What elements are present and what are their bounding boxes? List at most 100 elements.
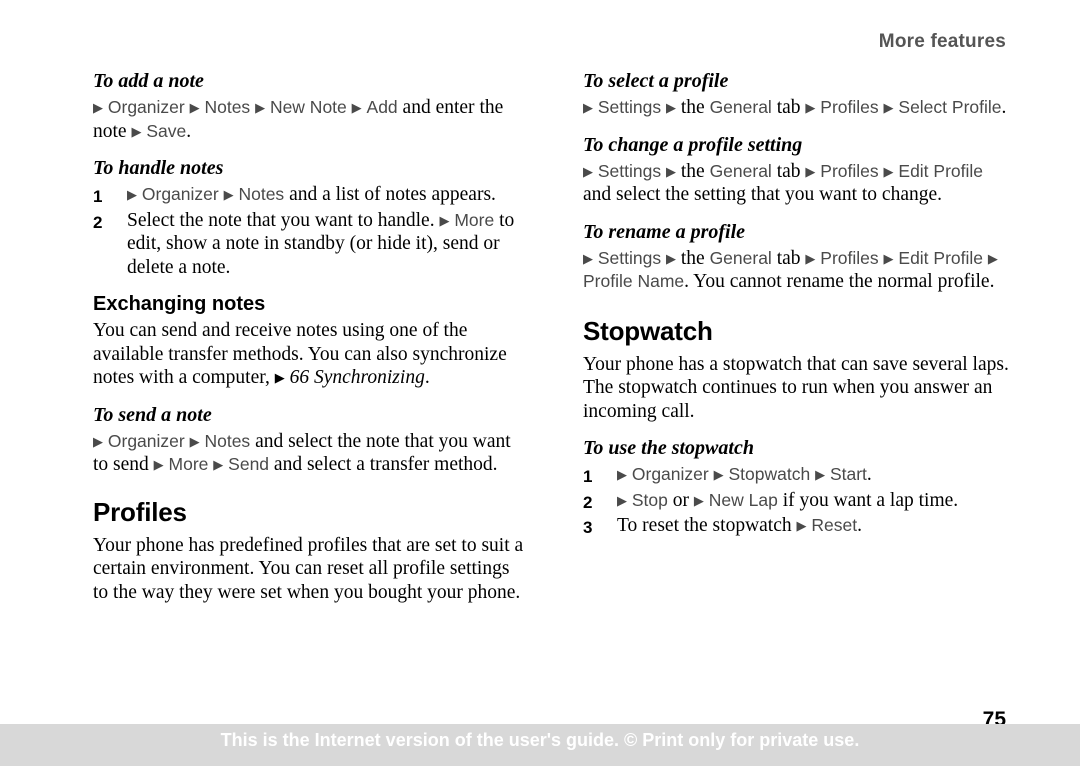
heading-to-rename-a-profile: To rename a profile: [583, 220, 746, 243]
ui-notes: Notes: [204, 430, 251, 451]
heading-to-add-a-note: To add a note: [93, 70, 204, 92]
arrow-icon: ▶: [805, 163, 816, 179]
ui-general-tab: General: [709, 97, 772, 117]
heading-exchanging-notes: Exchanging notes: [93, 293, 266, 315]
list-number: 2: [93, 212, 103, 232]
ui-notes: Notes: [204, 97, 251, 117]
arrow-icon: ▶: [213, 457, 224, 472]
add-note-period: .: [186, 120, 192, 142]
right-column: To select a profile ▶ Settings ▶ the Gen…: [583, 70, 1015, 554]
ui-profile-name: Profile Name: [583, 271, 685, 291]
rename-profile-tail: . You cannot rename the normal profile.: [684, 271, 995, 292]
arrow-icon: ▶: [583, 163, 593, 179]
list-item-tail: and a list of notes appears.: [289, 184, 496, 205]
section-to-rename-a-profile: To rename a profile ▶ Settings ▶ the Gen…: [583, 221, 1015, 294]
heading-stopwatch: Stopwatch: [583, 315, 713, 346]
ui-edit-profile: Edit Profile: [898, 160, 984, 181]
use-stopwatch-list: 1 ▶ Organizer ▶ Stopwatch ▶ Start. 2 ▶ S…: [583, 463, 1015, 540]
word-the: the: [680, 160, 705, 182]
arrow-icon: ▶: [223, 187, 234, 202]
arrow-icon: ▶: [274, 370, 285, 385]
profiles-body: Your phone has predefined profiles that …: [93, 534, 524, 603]
arrow-icon: ▶: [805, 100, 816, 115]
arrow-icon: ▶: [189, 433, 200, 449]
left-column: To add a note ▶ Organizer ▶ Notes ▶ New …: [93, 70, 525, 618]
arrow-icon: ▶: [255, 100, 266, 115]
ui-new-note: New Note: [269, 97, 347, 117]
ui-organizer: Organizer: [631, 464, 709, 484]
arrow-icon: ▶: [815, 467, 826, 482]
arrow-icon: ▶: [351, 100, 362, 115]
ui-stopwatch: Stopwatch: [728, 464, 811, 484]
ui-select-profile: Select Profile: [898, 97, 1002, 117]
arrow-icon: ▶: [883, 250, 894, 266]
heading-to-send-a-note: To send a note: [93, 403, 212, 426]
footer-notice: This is the Internet version of the user…: [220, 730, 860, 750]
word-the: the: [680, 97, 705, 118]
section-to-use-the-stopwatch: To use the stopwatch 1 ▶ Organizer ▶ Sto…: [583, 437, 1015, 540]
send-note-steps: ▶ Organizer ▶ Notes and select the note …: [93, 430, 525, 477]
arrow-icon: ▶: [153, 457, 164, 472]
section-to-add-a-note: To add a note ▶ Organizer ▶ Notes ▶ New …: [93, 70, 525, 143]
section-to-select-a-profile: To select a profile ▶ Settings ▶ the Gen…: [583, 70, 1015, 120]
list-item: ▶ Organizer ▶ Notes and a list of notes …: [127, 183, 525, 209]
list-item-period: .: [866, 464, 872, 485]
document-page: More features To add a note ▶ Organizer …: [0, 0, 1080, 766]
ui-profiles: Profiles: [820, 160, 879, 181]
arrow-icon: ▶: [93, 433, 103, 449]
list-item-lead: Select the note that you want to handle.: [127, 209, 435, 231]
ui-profiles: Profiles: [820, 247, 879, 268]
ui-more: More: [454, 209, 495, 230]
cross-reference: 66 Synchronizing: [289, 367, 425, 388]
arrow-icon: ▶: [439, 212, 450, 228]
ui-new-lap: New Lap: [708, 489, 778, 510]
send-note-mid2: and select a transfer method.: [273, 454, 498, 475]
change-profile-setting-steps: ▶ Settings ▶ the General tab ▶ Profiles …: [583, 160, 1015, 207]
section-to-handle-notes: To handle notes 1 ▶ Organizer ▶ Notes an…: [93, 157, 525, 279]
ui-add: Add: [366, 97, 398, 117]
list-number: 2: [583, 492, 593, 512]
arrow-icon: ▶: [805, 250, 816, 266]
select-profile-period: .: [1001, 97, 1007, 118]
arrow-icon: ▶: [583, 250, 593, 266]
rename-profile-steps: ▶ Settings ▶ the General tab ▶ Profiles …: [583, 247, 1015, 294]
arrow-icon: ▶: [987, 250, 998, 266]
ui-organizer: Organizer: [107, 430, 185, 451]
arrow-icon: ▶: [883, 163, 894, 179]
section-exchanging-notes: Exchanging notes You can send and receiv…: [93, 293, 525, 390]
arrow-icon: ▶: [713, 467, 724, 482]
word-or: or: [672, 489, 689, 511]
exchanging-notes-period: .: [424, 367, 430, 388]
running-header: More features: [878, 31, 1006, 52]
heading-to-select-a-profile: To select a profile: [583, 70, 729, 92]
heading-to-handle-notes: To handle notes: [93, 157, 224, 179]
word-tab: tab: [776, 97, 801, 118]
ui-organizer: Organizer: [107, 97, 185, 117]
arrow-icon: ▶: [583, 100, 593, 115]
arrow-icon: ▶: [93, 100, 103, 115]
arrow-icon: ▶: [665, 100, 676, 115]
heading-to-use-the-stopwatch: To use the stopwatch: [583, 437, 754, 459]
select-profile-steps: ▶ Settings ▶ the General tab ▶ Profiles …: [583, 96, 1015, 120]
stopwatch-body: Your phone has a stopwatch that can save…: [583, 353, 1009, 422]
list-item-period: .: [857, 515, 862, 536]
ui-profiles: Profiles: [820, 97, 879, 117]
ui-general-tab: General: [709, 160, 772, 181]
list-number: 1: [583, 467, 593, 486]
ui-general-tab: General: [709, 247, 772, 268]
add-note-tail: and enter: [402, 97, 475, 118]
ui-start: Start: [829, 464, 867, 484]
ui-notes: Notes: [238, 184, 285, 204]
ui-reset: Reset: [811, 515, 858, 535]
list-item-tail: if you want a lap time.: [782, 489, 959, 511]
arrow-icon: ▶: [665, 163, 676, 179]
word-tab: tab: [776, 247, 801, 269]
ui-settings: Settings: [597, 160, 662, 181]
ui-save: Save: [146, 120, 187, 141]
section-profiles: Profiles Your phone has predefined profi…: [93, 497, 525, 605]
heading-to-change-a-profile-setting: To change a profile setting: [583, 133, 803, 156]
ui-stop: Stop: [631, 489, 668, 510]
add-note-steps: ▶ Organizer ▶ Notes ▶ New Note ▶ Add and…: [93, 96, 525, 143]
arrow-icon: ▶: [883, 100, 894, 115]
list-item-lead: To reset the stopwatch: [617, 515, 792, 536]
